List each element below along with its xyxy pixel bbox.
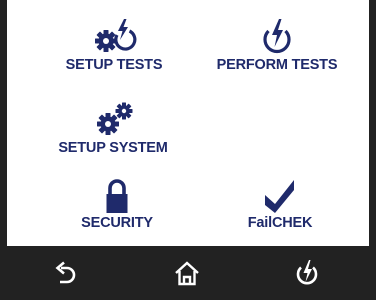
power-bolt-icon (263, 19, 291, 54)
padlock-icon (106, 179, 128, 213)
setup-system-label: SETUP SYSTEM (58, 140, 168, 156)
gears-icon (97, 102, 133, 135)
back-arrow-icon (55, 261, 76, 284)
checkmark-icon (265, 180, 294, 213)
security-button[interactable]: SECURITY (32, 177, 202, 231)
perform-tests-button[interactable]: PERFORM TESTS (192, 17, 362, 73)
setup-system-button[interactable]: SETUP SYSTEM (28, 100, 198, 156)
power-icon (296, 260, 318, 285)
power-button[interactable] (292, 258, 322, 288)
failchek-button[interactable]: FailCHEK (195, 177, 365, 231)
bottom-nav-bar (0, 246, 376, 300)
main-menu-panel: SETUP TESTS PERFORM TESTS SETUP SYSTEM S… (7, 0, 369, 246)
back-button[interactable] (52, 258, 82, 288)
security-label: SECURITY (81, 215, 153, 231)
perform-tests-label: PERFORM TESTS (216, 57, 338, 73)
home-icon (175, 261, 199, 286)
screen: SETUP TESTS PERFORM TESTS SETUP SYSTEM S… (0, 0, 376, 300)
home-button[interactable] (172, 258, 202, 288)
setup-tests-button[interactable]: SETUP TESTS (29, 17, 199, 73)
gear-bolt-icon (95, 19, 137, 52)
setup-tests-label: SETUP TESTS (65, 57, 163, 73)
failchek-label: FailCHEK (247, 215, 313, 231)
